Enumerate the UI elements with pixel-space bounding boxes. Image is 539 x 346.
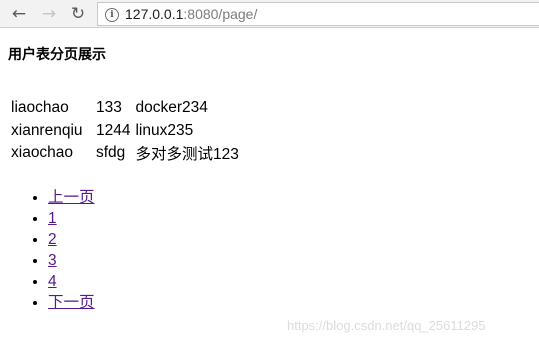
- table-row: liaochao 133 docker234: [9, 97, 242, 120]
- table-cell: xianrenqiu: [11, 121, 83, 139]
- url-path: :8080/page/: [183, 6, 258, 22]
- table-cell: linux235: [135, 121, 194, 139]
- table-row: xiaochao sfdg 多对多测试123: [9, 142, 242, 165]
- pagination-item: 1: [48, 208, 95, 229]
- pagination-item: 上一页: [48, 187, 95, 208]
- reload-icon[interactable]: ↻: [68, 4, 88, 24]
- table-cell: sfdg: [96, 144, 126, 162]
- table-row: xianrenqiu 1244 linux235: [9, 120, 242, 143]
- pagination-item: 4: [48, 271, 95, 292]
- table-cell: 133: [96, 99, 122, 117]
- table-cell: liaochao: [11, 99, 69, 117]
- watermark: https://blog.csdn.net/qq_25611295: [287, 318, 486, 333]
- table-cell: docker234: [135, 99, 208, 117]
- table-cell: 多对多测试123: [135, 146, 239, 164]
- back-arrow-icon[interactable]: ←: [9, 4, 29, 24]
- table-cell: 1244: [96, 121, 131, 139]
- info-icon[interactable]: i: [105, 8, 119, 22]
- forward-arrow-icon[interactable]: →: [39, 4, 59, 24]
- user-table: liaochao 133 docker234 xianrenqiu 1244 l…: [9, 97, 242, 165]
- address-bar[interactable]: i 127.0.0.1:8080/page/: [97, 2, 539, 26]
- table-cell: xiaochao: [11, 144, 74, 162]
- next-page-link[interactable]: 下一页: [48, 294, 95, 311]
- browser-toolbar: ← → ↻ i 127.0.0.1:8080/page/: [0, 0, 539, 28]
- pagination: 上一页 1 2 3 4 下一页: [8, 187, 95, 313]
- page-link-3[interactable]: 3: [48, 252, 57, 269]
- page-link-1[interactable]: 1: [48, 210, 57, 227]
- page-link-2[interactable]: 2: [48, 231, 57, 248]
- pagination-item: 3: [48, 250, 95, 271]
- prev-page-link[interactable]: 上一页: [48, 189, 95, 206]
- url-host: 127.0.0.1: [125, 6, 184, 22]
- pagination-item: 下一页: [48, 292, 95, 313]
- url-text[interactable]: 127.0.0.1:8080/page/: [125, 6, 257, 22]
- page-title: 用户表分页展示: [8, 47, 106, 63]
- page-link-4[interactable]: 4: [48, 273, 57, 290]
- pagination-item: 2: [48, 229, 95, 250]
